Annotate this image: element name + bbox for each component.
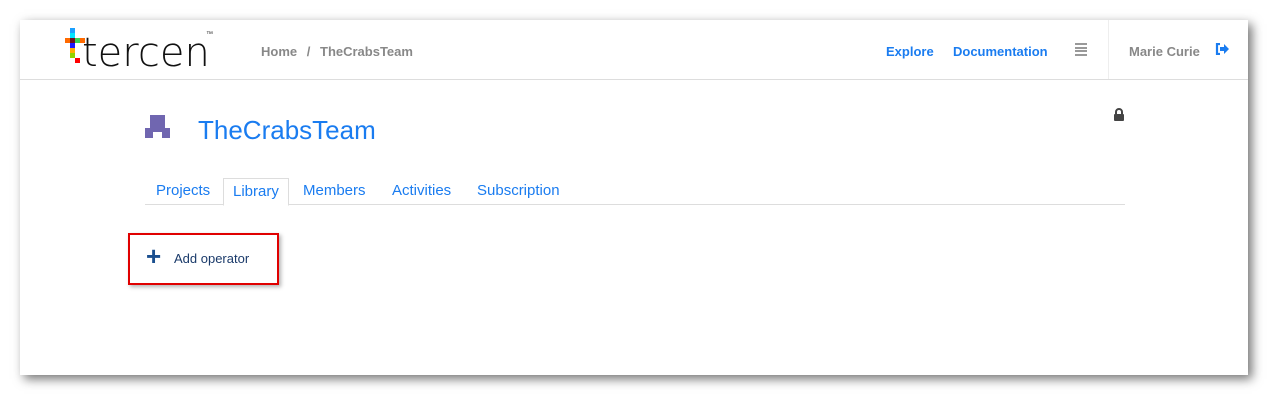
add-operator-button[interactable]: + Add operator [128,233,279,285]
sign-out-icon[interactable] [1215,42,1229,58]
breadcrumb-home[interactable]: Home [261,44,297,59]
top-header: tercen ™ Home / TheCrabsTeam Explore Doc… [20,20,1248,80]
team-title: TheCrabsTeam [198,115,376,145]
tab-subscription[interactable]: Subscription [477,182,560,199]
user-name[interactable]: Marie Curie [1129,44,1200,59]
divider [1108,20,1109,79]
documentation-link[interactable]: Documentation [953,44,1048,59]
tab-library[interactable]: Library [223,178,289,206]
tab-members[interactable]: Members [303,182,366,199]
breadcrumb: Home / TheCrabsTeam [261,44,419,59]
breadcrumb-separator: / [306,44,311,59]
tab-projects[interactable]: Projects [156,182,210,199]
tab-activities[interactable]: Activities [392,182,451,199]
app-window: tercen ™ Home / TheCrabsTeam Explore Doc… [20,20,1248,375]
tercen-logo[interactable]: tercen ™ [65,26,228,76]
explore-link[interactable]: Explore [886,44,934,59]
lock-icon [1113,108,1125,127]
plus-icon: + [146,241,162,271]
team-tabs: Projects Library Members Activities Subs… [145,178,1125,206]
add-operator-label: Add operator [174,251,250,266]
team-icon [145,115,171,146]
hamburger-icon[interactable] [1075,43,1087,57]
breadcrumb-team[interactable]: TheCrabsTeam [320,44,413,59]
